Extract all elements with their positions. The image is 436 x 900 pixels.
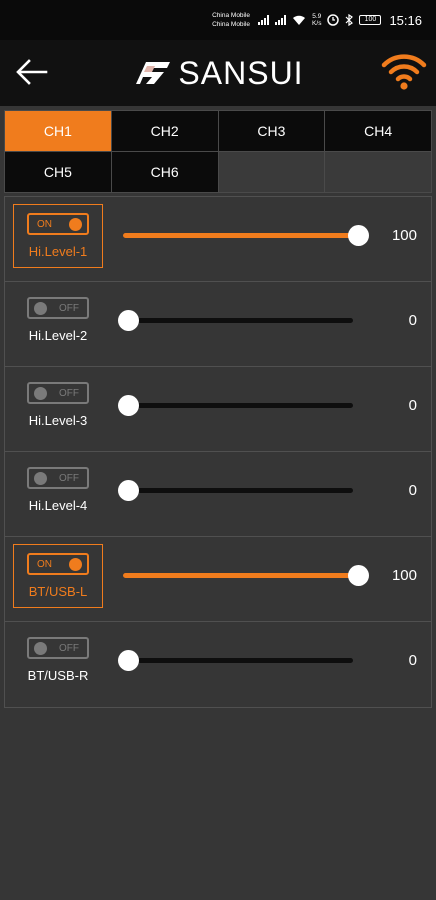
signal-2-icon bbox=[275, 15, 287, 25]
status-bar: China Mobile China Mobile 5.9 K/s 100 15… bbox=[0, 0, 436, 40]
channel-label: Hi.Level-1 bbox=[28, 244, 88, 259]
level-value: 0 bbox=[408, 652, 417, 669]
level-value: 0 bbox=[408, 312, 417, 329]
toggle-state: OFF bbox=[59, 303, 79, 314]
toggle-switch[interactable]: ON bbox=[27, 213, 89, 235]
channel-list: ON Hi.Level-1 100 OFF Hi.Level-2 0 OFF H… bbox=[4, 196, 432, 708]
channel-toggle[interactable]: ON BT/USB-L bbox=[13, 544, 103, 608]
channel-row-hi-level-4: OFF Hi.Level-4 0 bbox=[5, 452, 431, 537]
level-slider[interactable] bbox=[123, 225, 369, 247]
channel-row-bt-usb-r: OFF BT/USB-R 0 bbox=[5, 622, 431, 707]
tab-empty-slot bbox=[218, 152, 325, 192]
toggle-state: OFF bbox=[59, 643, 79, 654]
channel-toggle[interactable]: OFF BT/USB-R bbox=[13, 629, 103, 693]
slider-thumb[interactable] bbox=[118, 480, 139, 501]
level-slider[interactable] bbox=[118, 395, 359, 417]
carrier-1: China Mobile bbox=[212, 12, 251, 19]
slider-track bbox=[123, 488, 353, 493]
wifi-status-icon bbox=[293, 15, 306, 25]
slider-track bbox=[123, 233, 353, 238]
level-value: 100 bbox=[391, 567, 417, 584]
slider-thumb[interactable] bbox=[118, 310, 139, 331]
slider-thumb[interactable] bbox=[118, 650, 139, 671]
tab-ch3[interactable]: CH3 bbox=[218, 111, 325, 151]
toggle-knob bbox=[34, 642, 47, 655]
tab-ch1[interactable]: CH1 bbox=[5, 111, 111, 151]
channel-toggle[interactable]: OFF Hi.Level-4 bbox=[13, 459, 103, 523]
channel-label: Hi.Level-4 bbox=[28, 498, 88, 513]
channel-label: BT/USB-L bbox=[28, 584, 88, 599]
channel-row-hi-level-2: OFF Hi.Level-2 0 bbox=[5, 282, 431, 367]
channel-row-hi-level-1: ON Hi.Level-1 100 bbox=[5, 197, 431, 282]
toggle-switch[interactable]: OFF bbox=[27, 637, 89, 659]
toggle-knob bbox=[34, 472, 47, 485]
slider-track bbox=[123, 573, 353, 578]
channel-label: Hi.Level-2 bbox=[28, 328, 88, 343]
toggle-switch[interactable]: ON bbox=[27, 553, 89, 575]
signal-1-icon bbox=[258, 15, 270, 25]
network-speed: 5.9 K/s bbox=[312, 13, 322, 27]
channel-label: Hi.Level-3 bbox=[28, 413, 88, 428]
app-header: SANSUI bbox=[0, 40, 436, 106]
level-slider[interactable] bbox=[118, 650, 359, 672]
toggle-switch[interactable]: OFF bbox=[27, 297, 89, 319]
slider-thumb[interactable] bbox=[348, 225, 369, 246]
toggle-switch[interactable]: OFF bbox=[27, 382, 89, 404]
slider-fill bbox=[123, 573, 353, 578]
brand-name: SANSUI bbox=[178, 54, 304, 91]
toggle-knob bbox=[34, 302, 47, 315]
alarm-icon bbox=[327, 14, 340, 26]
slider-fill bbox=[123, 233, 353, 238]
toggle-knob bbox=[69, 218, 82, 231]
slider-track bbox=[123, 403, 353, 408]
channel-toggle[interactable]: ON Hi.Level-1 bbox=[13, 204, 103, 268]
channel-label: BT/USB-R bbox=[27, 668, 89, 683]
level-value: 100 bbox=[391, 227, 417, 244]
toggle-state: ON bbox=[37, 219, 52, 230]
slider-track bbox=[123, 658, 353, 663]
channel-tabs: CH1 CH2 CH3 CH4 CH5 CH6 bbox=[4, 110, 432, 193]
carrier-info: China Mobile China Mobile bbox=[212, 11, 250, 29]
toggle-state: OFF bbox=[59, 473, 79, 484]
toggle-state: ON bbox=[37, 559, 52, 570]
clock: 15:16 bbox=[389, 12, 422, 28]
channel-row-bt-usb-l: ON BT/USB-L 100 bbox=[5, 537, 431, 622]
wifi-connection-icon[interactable] bbox=[380, 52, 428, 92]
channel-toggle[interactable]: OFF Hi.Level-2 bbox=[13, 289, 103, 353]
sansui-logo-mark-icon bbox=[136, 62, 171, 84]
tab-ch5[interactable]: CH5 bbox=[5, 152, 111, 192]
toggle-knob bbox=[34, 387, 47, 400]
level-slider[interactable] bbox=[118, 480, 359, 502]
level-slider[interactable] bbox=[123, 565, 369, 587]
carrier-2: China Mobile bbox=[212, 21, 251, 28]
tab-ch4[interactable]: CH4 bbox=[325, 111, 431, 151]
slider-thumb[interactable] bbox=[118, 395, 139, 416]
toggle-switch[interactable]: OFF bbox=[27, 467, 89, 489]
tab-empty-slot bbox=[325, 152, 431, 192]
level-value: 0 bbox=[408, 397, 417, 414]
bluetooth-icon bbox=[346, 14, 354, 26]
toggle-state: OFF bbox=[59, 388, 79, 399]
battery-icon: 100 bbox=[359, 15, 382, 25]
toggle-knob bbox=[69, 558, 82, 571]
back-arrow-icon[interactable] bbox=[14, 56, 50, 88]
slider-thumb[interactable] bbox=[348, 565, 369, 586]
channel-row-hi-level-3: OFF Hi.Level-3 0 bbox=[5, 367, 431, 452]
slider-track bbox=[123, 318, 353, 323]
level-slider[interactable] bbox=[118, 310, 359, 332]
tab-ch6[interactable]: CH6 bbox=[111, 152, 218, 192]
channel-toggle[interactable]: OFF Hi.Level-3 bbox=[13, 374, 103, 438]
tab-ch2[interactable]: CH2 bbox=[111, 111, 218, 151]
brand-logo: SANSUI bbox=[132, 55, 303, 92]
level-value: 0 bbox=[408, 482, 417, 499]
